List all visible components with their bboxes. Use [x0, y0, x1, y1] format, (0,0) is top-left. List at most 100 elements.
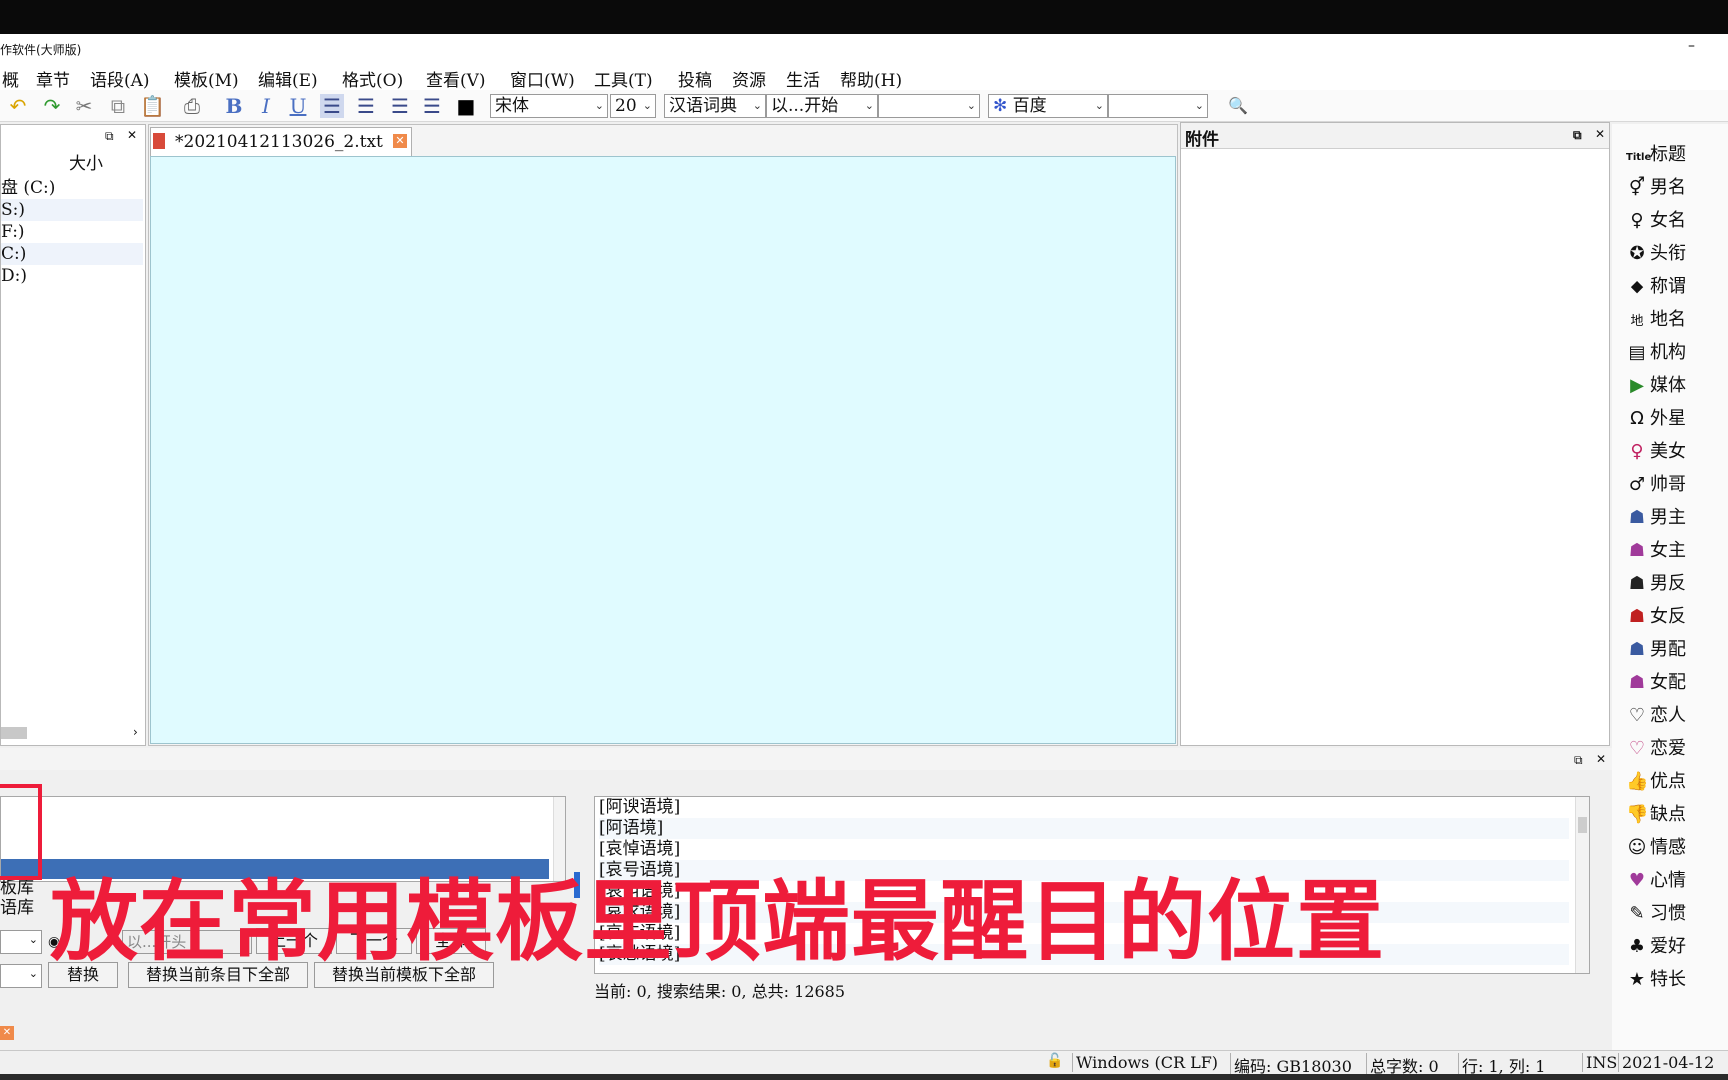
italic-button[interactable]: I	[254, 94, 278, 118]
vertical-scrollbar[interactable]	[1575, 797, 1589, 973]
mood-icon: ♥	[1628, 870, 1646, 891]
file-browser-panel: ⧉ ✕ 大小 盘 (C:) S:) F:) C:) D:) ›	[0, 124, 146, 746]
sidebar-item-female-support[interactable]: ☗ 女配	[1626, 668, 1686, 698]
sidebar-item-male-name[interactable]: ⚥ 男名	[1626, 173, 1686, 203]
menu-chapter[interactable]: 章节	[36, 66, 70, 91]
video-caption: 放在常用模板里顶端最醒目的位置	[50, 870, 1386, 973]
list-item[interactable]: [阿谀语境]	[599, 797, 680, 818]
menu-edit[interactable]: 编辑(E)	[258, 66, 318, 91]
paste-icon[interactable]: 📋	[140, 94, 165, 118]
sidebar-item-alien[interactable]: Ω 外星	[1626, 404, 1686, 434]
male-icon: ♂	[1628, 474, 1646, 495]
medal-icon: ✪	[1629, 243, 1645, 264]
sidebar-item-female-lead[interactable]: ☗ 女主	[1626, 536, 1686, 566]
scroll-thumb[interactable]	[1578, 817, 1587, 833]
close-tab-icon[interactable]: ✕	[393, 134, 407, 148]
vertical-scrollbar[interactable]	[553, 797, 565, 881]
tree-drive[interactable]: 盘 (C:)	[1, 177, 143, 199]
menu-help[interactable]: 帮助(H)	[840, 66, 902, 91]
menu-life[interactable]: 生活	[786, 66, 820, 91]
sidebar-item-strength[interactable]: 👍优点	[1626, 767, 1686, 797]
sidebar-item-title[interactable]: Title标题	[1626, 140, 1686, 170]
sidebar-item-romance[interactable]: ♡ 恋爱	[1626, 734, 1686, 764]
window-title: 作软件(大师版)	[0, 43, 82, 57]
sidebar-item-place[interactable]: 地地名	[1626, 305, 1686, 335]
sidebar-item-lovers[interactable]: ♡ 恋人	[1626, 701, 1686, 731]
female-name-icon: ♀	[1630, 210, 1644, 231]
text-color-icon[interactable]: ■	[454, 94, 478, 118]
sidebar-item-emotion[interactable]: ☺ 情感	[1626, 833, 1686, 863]
text-editor[interactable]	[150, 156, 1176, 744]
sidebar-item-male-villain[interactable]: ☗ 男反	[1626, 569, 1686, 599]
menu-template[interactable]: 模板(M)	[174, 66, 239, 91]
justify-icon[interactable]: ☰	[420, 94, 444, 118]
float-icon[interactable]: ⧉	[1574, 753, 1583, 768]
tree-drive[interactable]: S:)	[1, 199, 143, 221]
place-icon: 地	[1630, 314, 1644, 329]
menu-paragraph[interactable]: 语段(A)	[90, 66, 150, 91]
tree-drive[interactable]: D:)	[1, 265, 143, 287]
horizontal-scrollbar[interactable]	[1, 727, 27, 739]
menu-outline[interactable]: 概	[2, 66, 19, 91]
close-icon[interactable]: ✕	[1595, 127, 1605, 141]
sidebar-item-male-lead[interactable]: ☗ 男主	[1626, 503, 1686, 533]
minimize-button[interactable]: –	[1688, 38, 1695, 54]
close-icon[interactable]: ✕	[127, 128, 137, 142]
menu-view[interactable]: 查看(V)	[426, 66, 486, 91]
search-query-select[interactable]: ⌄	[1108, 94, 1208, 118]
document-tab[interactable]: *20210412113026_2.txt ✕	[150, 127, 412, 157]
sidebar-item-appellation[interactable]: ⬥ 称谓	[1626, 272, 1686, 302]
font-size-select[interactable]: 20 ⌄	[610, 94, 656, 118]
align-left-icon[interactable]: ☰	[320, 94, 344, 118]
redo-icon[interactable]: ↷	[40, 94, 64, 118]
sidebar-item-female-name[interactable]: ♀ 女名	[1626, 206, 1686, 236]
tree-drive[interactable]: F:)	[1, 221, 143, 243]
tree-drive[interactable]: C:)	[1, 243, 143, 265]
sidebar-item-habit[interactable]: ✎ 习惯	[1626, 899, 1686, 929]
font-name-select[interactable]: 宋体 ⌄	[490, 94, 608, 118]
bold-button[interactable]: B	[222, 94, 246, 118]
sidebar-item-hobby[interactable]: ♣ 爱好	[1626, 932, 1686, 962]
menu-resources[interactable]: 资源	[732, 66, 766, 91]
dictionary-query-select[interactable]: ⌄	[878, 94, 980, 118]
sidebar-item-media[interactable]: ▶ 媒体	[1626, 371, 1686, 401]
filter-select-2[interactable]: ⌄	[0, 964, 42, 988]
thumbs-up-icon: 👍	[1626, 771, 1649, 792]
undo-icon[interactable]: ↶	[6, 94, 30, 118]
menu-tools[interactable]: 工具(T)	[594, 66, 653, 91]
sidebar-item-specialty[interactable]: ★ 特长	[1626, 965, 1686, 995]
match-mode-select[interactable]: 以...开始 ⌄	[766, 94, 878, 118]
sidebar-item-female-villain[interactable]: ☗ 女反	[1626, 602, 1686, 632]
copy-icon[interactable]: ⧉	[106, 94, 130, 118]
emotion-icon: ☺	[1627, 837, 1647, 858]
close-icon[interactable]: ✕	[1596, 752, 1606, 766]
template-panel-header: ⧉ ✕	[0, 748, 1612, 770]
sidebar-item-male-support[interactable]: ☗ 男配	[1626, 635, 1686, 665]
list-item[interactable]: [阿语境]	[599, 818, 1569, 839]
sidebar-item-beauty[interactable]: ♀ 美女	[1626, 437, 1686, 467]
sidebar-item-rank[interactable]: ✪ 头衔	[1626, 239, 1686, 269]
filter-select[interactable]: ⌄	[0, 930, 42, 954]
sidebar-item-weakness[interactable]: 👎缺点	[1626, 800, 1686, 830]
dictionary-select[interactable]: 汉语词典 ⌄	[664, 94, 766, 118]
cut-icon[interactable]: ✂	[72, 94, 96, 118]
align-center-icon[interactable]: ☰	[354, 94, 378, 118]
sidebar-item-mood[interactable]: ♥ 心情	[1626, 866, 1686, 896]
search-engine-select[interactable]: ✻ 百度 ⌄	[988, 94, 1108, 118]
underline-button[interactable]: U	[286, 94, 310, 118]
menu-format[interactable]: 格式(O)	[342, 66, 403, 91]
search-icon[interactable]: 🔍	[1226, 94, 1250, 118]
scroll-right-icon[interactable]: ›	[133, 725, 138, 739]
float-icon[interactable]: ⧉	[1573, 128, 1582, 143]
close-tab-icon[interactable]: ✕	[0, 1026, 14, 1040]
menu-window[interactable]: 窗口(W)	[510, 66, 575, 91]
align-right-icon[interactable]: ☰	[388, 94, 412, 118]
paw-icon: ✻	[993, 96, 1008, 116]
float-icon[interactable]: ⧉	[105, 129, 114, 144]
list-item[interactable]: [哀悼语境]	[599, 839, 680, 860]
sidebar-item-organization[interactable]: ▤ 机构	[1626, 338, 1686, 368]
menu-submit[interactable]: 投稿	[678, 66, 712, 91]
print-icon[interactable]: ⎙	[180, 94, 204, 118]
sidebar-item-handsome[interactable]: ♂ 帅哥	[1626, 470, 1686, 500]
document-icon	[153, 133, 165, 149]
